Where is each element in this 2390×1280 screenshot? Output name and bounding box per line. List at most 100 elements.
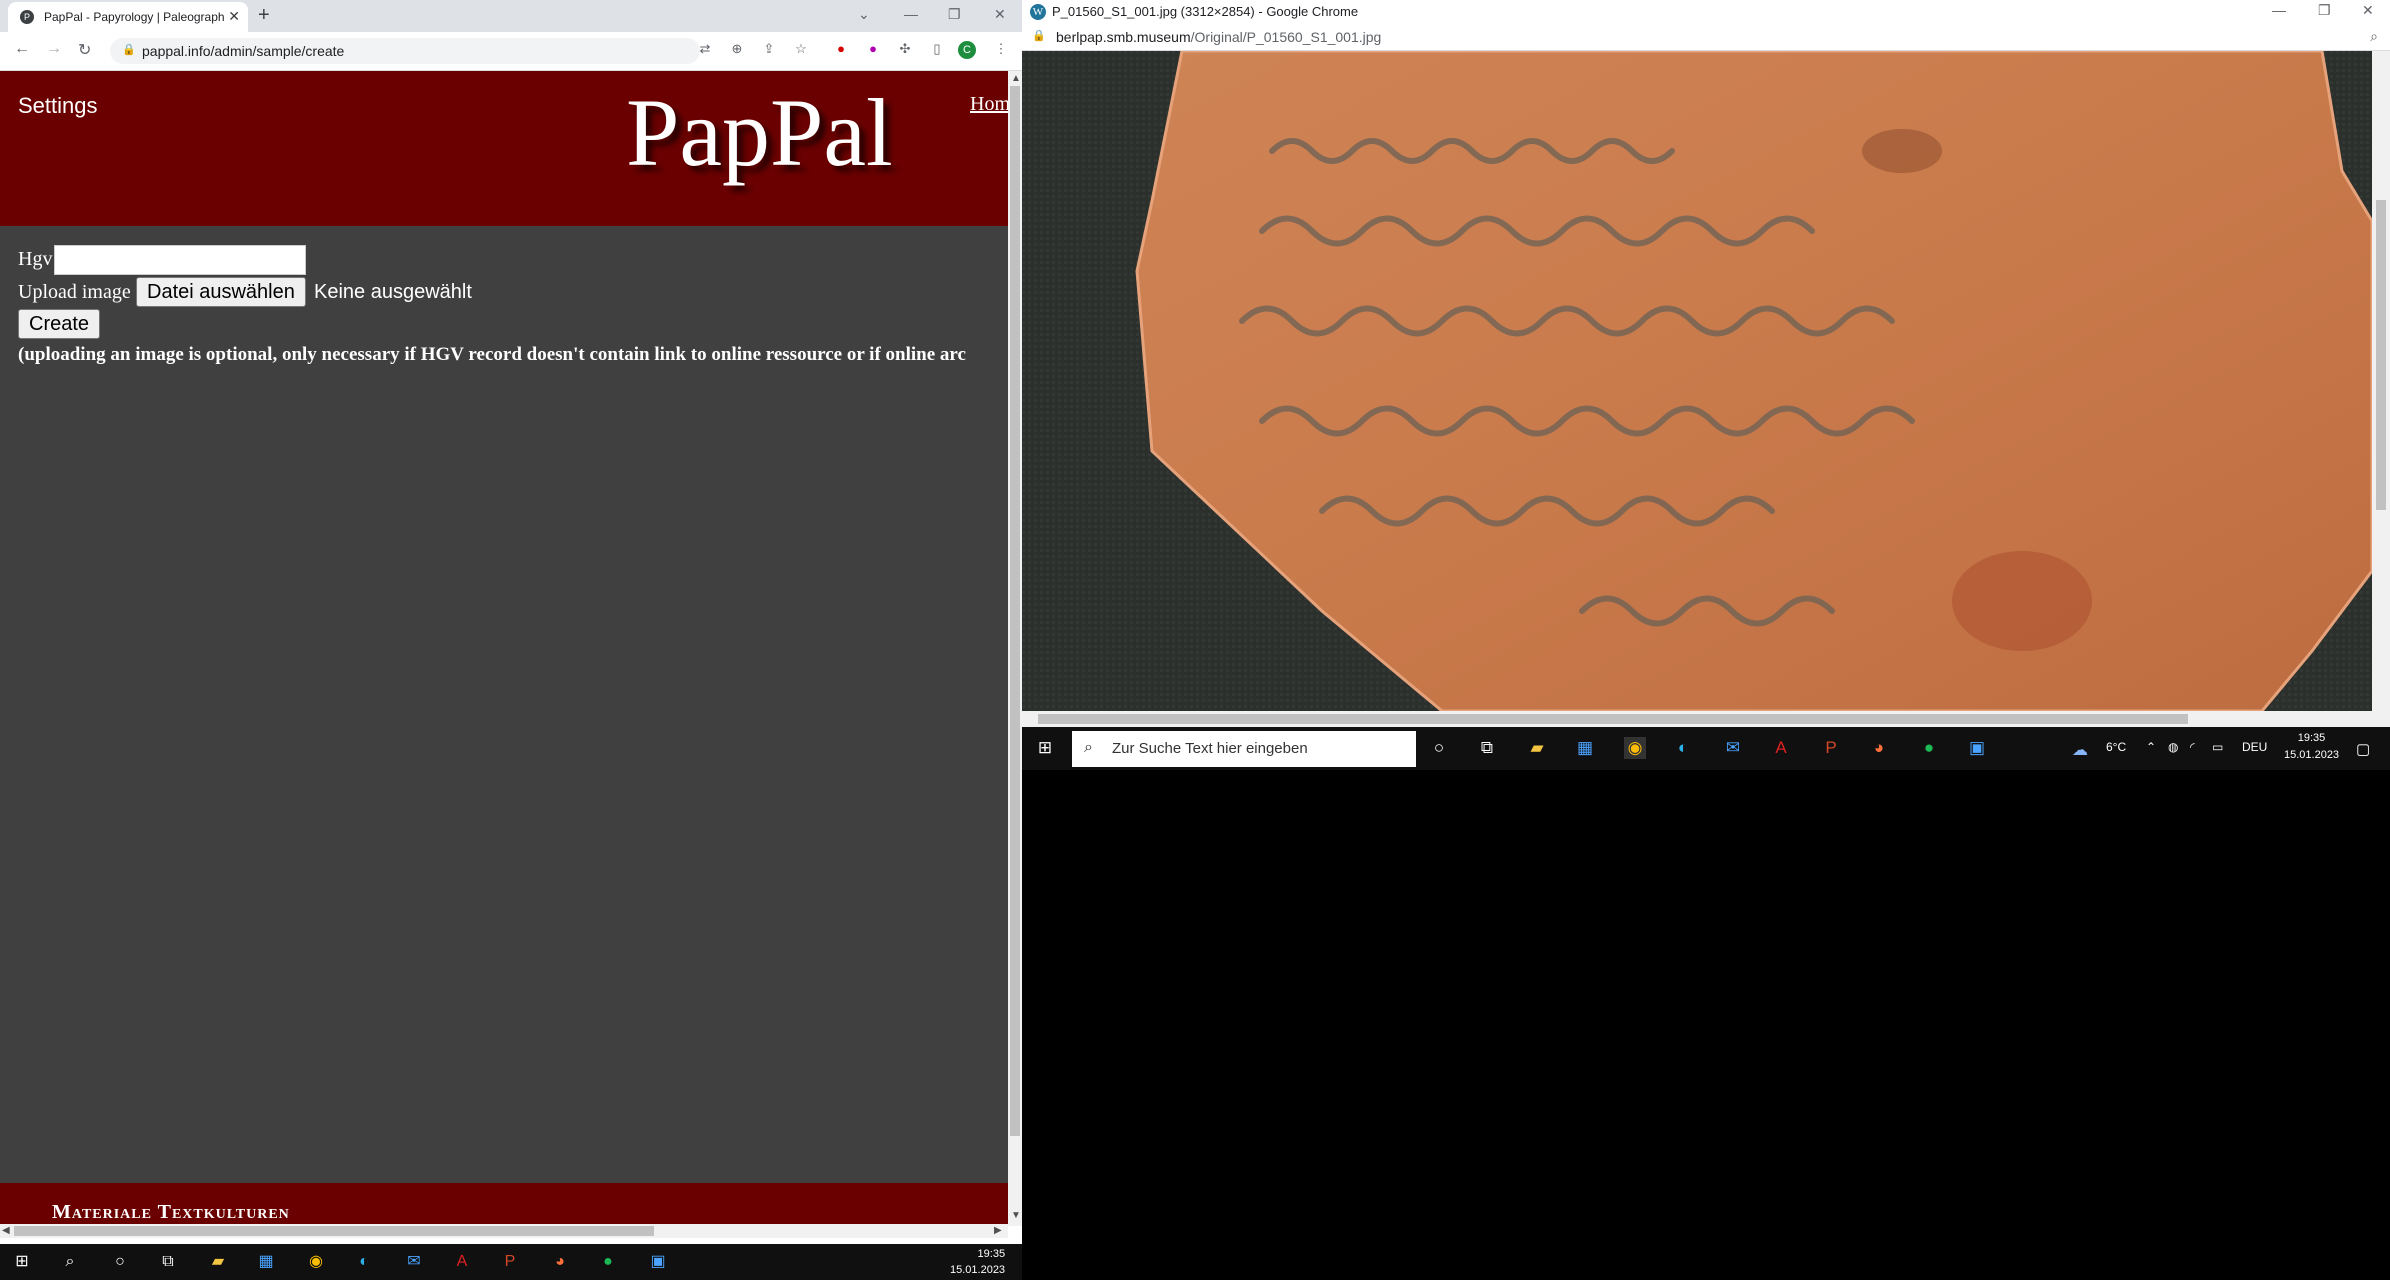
taskbar-clock-left[interactable]: 19:35 15.01.2023 [950,1246,1005,1278]
side-panel-icon[interactable]: ▯ [928,40,946,58]
file-explorer-icon[interactable]: ▰ [1526,737,1548,759]
popup-titlebar: W P_01560_S1_001.jpg (3312×2854) - Googl… [1022,0,2390,24]
footer-title: Materiale Textkulturen [52,1201,290,1223]
wifi-icon[interactable]: ◜ [2190,740,2195,754]
upload-note: (uploading an image is optional, only ne… [18,344,966,365]
photos-icon[interactable]: ▣ [648,1252,668,1272]
profile-avatar[interactable]: C [958,41,976,59]
hgv-label: Hgv [18,248,53,270]
search-icon[interactable]: ⌕ [60,1252,80,1272]
hgv-input[interactable] [54,245,306,275]
firefox-icon[interactable]: ◕ [1868,737,1890,759]
cortana-icon[interactable]: ○ [110,1252,130,1272]
search-icon: ⌕ [1084,739,1093,756]
network-icon[interactable]: ◍ [2168,740,2178,754]
weather-cloud-icon[interactable]: ☁ [2072,740,2088,760]
edge-icon[interactable]: ◐ [1672,737,1694,759]
popup-horizontal-scroll-thumb[interactable] [1038,714,2188,724]
lock-icon: 🔒 [1032,30,1046,42]
acrobat-icon[interactable]: A [1770,737,1792,759]
scroll-down-arrow-icon[interactable]: ▼ [1011,1210,1021,1221]
browser-tab[interactable]: P PapPal - Papyrology | Paleography ✕ [8,2,248,32]
popup-vertical-scroll-thumb[interactable] [2376,200,2386,510]
papyrus-image-view[interactable] [1022,51,2372,711]
address-url: pappal.info/admin/sample/create [142,43,345,59]
mail-icon[interactable]: ✉ [404,1252,424,1272]
reload-icon[interactable]: ↻ [78,40,91,60]
notification-icon[interactable]: ▢ [2356,740,2370,758]
back-icon[interactable]: ← [14,40,30,58]
zoom-icon[interactable]: ⌕ [2370,28,2378,45]
extension-red-icon[interactable]: ● [832,40,850,58]
zoom-icon[interactable]: ⊕ [728,40,746,58]
popup-address-bar[interactable]: 🔒 berlpap.smb.museum/Original/P_01560_S1… [1022,24,2390,51]
vertical-scroll-thumb[interactable] [1010,86,1020,1136]
ostracon-image [1022,51,2372,711]
store-icon[interactable]: ▦ [256,1252,276,1272]
clock-time: 19:35 [977,1248,1006,1260]
scroll-up-arrow-icon[interactable]: ▲ [1011,73,1021,84]
new-tab-icon[interactable]: + [258,4,270,27]
clock-time: 19:35 [2297,732,2326,744]
firefox-icon[interactable]: ◕ [550,1252,570,1272]
address-bar[interactable]: 🔒 pappal.info/admin/sample/create [110,38,700,64]
task-view-icon[interactable]: ⧉ [158,1252,178,1272]
close-tab-icon[interactable]: ✕ [228,8,240,25]
forward-icon[interactable]: → [46,40,62,58]
choose-file-button[interactable]: Datei auswählen [136,277,306,307]
restore-icon[interactable]: ❐ [948,6,961,23]
spotify-icon[interactable]: ● [598,1252,618,1272]
horizontal-scroll-thumb[interactable] [14,1226,654,1236]
minimize-icon[interactable]: — [2272,2,2286,18]
taskbar-clock-right[interactable]: 19:35 15.01.2023 [2284,730,2339,764]
pappal-logo: PapPal [626,79,893,186]
windows-start-icon[interactable]: ⊞ [12,1252,32,1272]
pappal-favicon-icon: P [20,10,34,24]
extensions-puzzle-icon[interactable]: ✣ [896,40,914,58]
scroll-right-arrow-icon[interactable]: ▶ [994,1225,1002,1236]
store-icon[interactable]: ▦ [1574,737,1596,759]
create-button[interactable]: Create [18,309,101,339]
photos-icon[interactable]: ▣ [1966,737,1988,759]
restore-icon[interactable]: ❐ [2318,2,2331,19]
share-icon[interactable]: ⇪ [760,40,778,58]
upload-image-label: Upload image [18,281,131,303]
minimize-icon[interactable]: — [904,6,918,22]
file-explorer-icon[interactable]: ▰ [208,1252,228,1272]
powerpoint-icon[interactable]: P [1820,737,1842,759]
footer-banner: Materiale Textkulturen [0,1183,1008,1226]
weather-temp[interactable]: 6°C [2106,740,2126,754]
menu-kebab-icon[interactable]: ⋮ [992,40,1010,58]
home-link[interactable]: Hom [970,93,1008,116]
acrobat-icon[interactable]: A [452,1252,472,1272]
chrome-icon[interactable]: ◉ [1624,737,1646,759]
wordpress-favicon-icon: W [1030,4,1046,20]
file-status-text: Keine ausgewählt [314,281,472,303]
lock-icon: 🔒 [122,44,136,56]
tab-search-icon[interactable]: ⌄ [858,6,870,23]
translate-icon[interactable]: ⇄ [696,40,714,58]
tab-strip: P PapPal - Papyrology | Paleography ✕ + … [0,0,1022,32]
header-banner: Settings PapPal Hom [0,71,1008,226]
spotify-icon[interactable]: ● [1918,737,1940,759]
close-window-icon[interactable]: ✕ [994,6,1006,23]
powerpoint-icon[interactable]: P [500,1252,520,1272]
extension-purple-icon[interactable]: ● [864,40,882,58]
settings-link[interactable]: Settings [18,93,98,119]
taskbar-search-box[interactable]: ⌕ Zur Suche Text hier eingeben [1072,731,1416,767]
task-view-icon[interactable]: ⧉ [1476,737,1498,759]
mail-icon[interactable]: ✉ [1722,737,1744,759]
url-host: berlpap.smb.museum [1056,29,1191,45]
popup-title: P_01560_S1_001.jpg (3312×2854) - Google … [1052,4,1359,19]
tray-chevron-icon[interactable]: ⌃ [2146,740,2156,754]
windows-start-icon[interactable]: ⊞ [1034,737,1056,759]
language-indicator[interactable]: DEU [2242,740,2267,754]
bookmark-star-icon[interactable]: ☆ [792,40,810,58]
chrome-icon[interactable]: ◉ [306,1252,326,1272]
url-path: /Original/P_01560_S1_001.jpg [1190,29,1382,45]
cortana-icon[interactable]: ○ [1428,737,1450,759]
edge-icon[interactable]: ◐ [354,1252,374,1272]
battery-icon[interactable]: ▭ [2212,740,2223,754]
close-window-icon[interactable]: ✕ [2362,2,2374,19]
scroll-left-arrow-icon[interactable]: ◀ [2,1225,10,1236]
